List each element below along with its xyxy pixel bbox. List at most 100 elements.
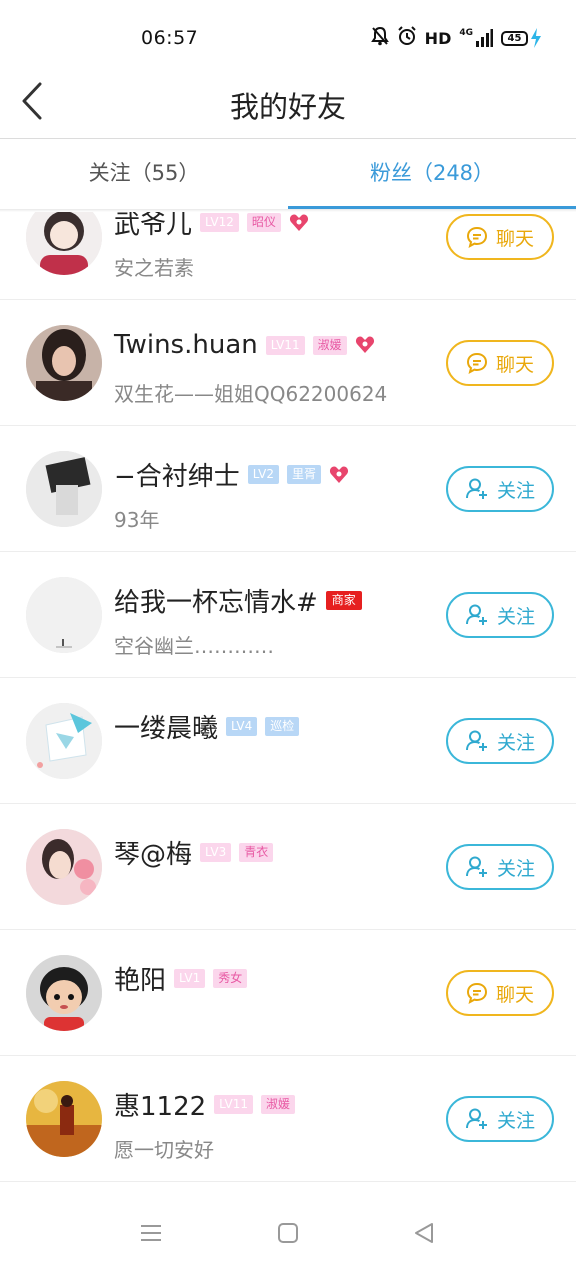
follow-button[interactable]: 关注 bbox=[446, 466, 554, 512]
home-button[interactable] bbox=[268, 1216, 308, 1250]
chat-button[interactable]: 聊天 bbox=[446, 214, 554, 260]
system-back-button[interactable] bbox=[404, 1216, 444, 1250]
name-line: 武爷儿 LV12 昭仪 bbox=[114, 210, 309, 241]
add-user-icon bbox=[465, 478, 487, 499]
avatar[interactable] bbox=[26, 577, 102, 653]
level-badge: LV12 bbox=[200, 213, 239, 232]
tabs-shadow bbox=[0, 209, 576, 212]
chat-button[interactable]: 聊天 bbox=[446, 340, 554, 386]
friend-name[interactable]: 琴@梅 bbox=[114, 834, 192, 871]
chat-button[interactable]: 聊天 bbox=[446, 970, 554, 1016]
follow-button-label: 关注 bbox=[496, 731, 535, 754]
name-line: 一缕晨曦 LV4 巡检 bbox=[114, 708, 300, 745]
level-badge: LV11 bbox=[214, 1095, 254, 1114]
friend-name[interactable]: 武爷儿 bbox=[114, 210, 192, 241]
level-badge: LV2 bbox=[247, 465, 280, 484]
home-square-icon bbox=[278, 1223, 298, 1243]
status-bar: 06:57 HD 4G 45 bbox=[0, 0, 576, 74]
add-user-icon bbox=[465, 1108, 487, 1129]
name-line: 给我一杯忘情水# 商家 bbox=[114, 582, 362, 619]
add-user-icon bbox=[465, 856, 487, 877]
list-item[interactable]: 武爷儿 LV12 昭仪 安之若素 聊天 bbox=[0, 210, 576, 300]
title-badge: 昭仪 bbox=[246, 213, 281, 232]
name-line: −合衬绅士 LV2 里胥 bbox=[114, 456, 349, 493]
list-item[interactable]: 给我一杯忘情水# 商家 空谷幽兰………… 关注 bbox=[0, 552, 576, 678]
menu-button[interactable] bbox=[131, 1216, 171, 1250]
network-label: HD bbox=[424, 28, 452, 48]
friend-name[interactable]: 惠1122 bbox=[114, 1086, 206, 1123]
follow-button[interactable]: 关注 bbox=[446, 592, 554, 638]
heart-icon bbox=[289, 214, 308, 231]
list-item[interactable]: 艳阳 LV1 秀女 聊天 bbox=[0, 930, 576, 1056]
friend-name[interactable]: 给我一杯忘情水# bbox=[114, 582, 318, 619]
battery-level: 45 bbox=[501, 30, 528, 46]
list-item[interactable]: 惠1122 LV11 淑媛 愿一切安好 关注 bbox=[0, 1056, 576, 1182]
friend-name[interactable]: 艳阳 bbox=[114, 960, 166, 997]
avatar[interactable] bbox=[26, 955, 102, 1031]
friend-subtitle: 安之若素 bbox=[114, 256, 194, 280]
title-badge: 里胥 bbox=[287, 465, 322, 484]
back-triangle-icon bbox=[415, 1223, 433, 1243]
title-badge: 秀女 bbox=[213, 969, 248, 988]
system-nav-bar bbox=[0, 1186, 576, 1280]
avatar[interactable] bbox=[26, 829, 102, 905]
tab-bar: 关注（55） 粉丝（248） bbox=[0, 139, 576, 209]
chat-icon bbox=[466, 982, 487, 1004]
tab-fans-label: 粉丝（248） bbox=[369, 161, 495, 185]
follow-button-label: 关注 bbox=[496, 479, 535, 502]
avatar[interactable] bbox=[26, 1081, 102, 1157]
tab-following-label: 关注（55） bbox=[88, 161, 200, 185]
avatar[interactable] bbox=[26, 325, 102, 401]
avatar[interactable] bbox=[26, 210, 102, 275]
friend-name[interactable]: Twins.huan bbox=[114, 330, 258, 360]
level-badge: LV11 bbox=[265, 335, 305, 355]
follow-button-label: 关注 bbox=[496, 857, 535, 880]
level-badge: LV3 bbox=[200, 843, 232, 862]
name-line: 惠1122 LV11 淑媛 bbox=[114, 1086, 296, 1123]
chat-button-label: 聊天 bbox=[495, 353, 534, 376]
name-line: 艳阳 LV1 秀女 bbox=[114, 960, 248, 997]
follow-button[interactable]: 关注 bbox=[446, 844, 554, 890]
level-badge: LV1 bbox=[174, 969, 206, 988]
title-badge: 巡检 bbox=[265, 717, 300, 736]
friend-name[interactable]: −合衬绅士 bbox=[114, 456, 240, 493]
friend-name[interactable]: 一缕晨曦 bbox=[114, 708, 218, 745]
list-item[interactable]: −合衬绅士 LV2 里胥 93年 关注 bbox=[0, 426, 576, 552]
signal-icon: 4G bbox=[459, 29, 493, 47]
chat-icon bbox=[466, 226, 487, 248]
heart-icon bbox=[355, 336, 374, 353]
menu-icon bbox=[141, 1225, 161, 1241]
add-user-icon bbox=[465, 730, 487, 751]
tab-following[interactable]: 关注（55） bbox=[0, 139, 288, 209]
tab-fans[interactable]: 粉丝（248） bbox=[288, 139, 576, 209]
add-user-icon bbox=[465, 604, 487, 625]
avatar[interactable] bbox=[26, 451, 102, 527]
header: 我的好友 bbox=[0, 74, 576, 138]
status-icons: HD 4G 45 bbox=[370, 26, 542, 50]
friend-subtitle: 双生花——姐姐QQ62200624 bbox=[114, 382, 388, 406]
list-item[interactable]: 一缕晨曦 LV4 巡检 关注 bbox=[0, 678, 576, 804]
list-item[interactable]: 琴@梅 LV3 青衣 关注 bbox=[0, 804, 576, 930]
follow-button[interactable]: 关注 bbox=[446, 718, 554, 764]
bell-off-icon bbox=[370, 26, 389, 50]
chat-button-label: 聊天 bbox=[495, 983, 534, 1006]
alarm-icon bbox=[397, 26, 417, 50]
level-badge: LV4 bbox=[226, 717, 258, 736]
friend-subtitle: 93年 bbox=[114, 508, 160, 532]
avatar[interactable] bbox=[26, 703, 102, 779]
friend-subtitle: 愿一切安好 bbox=[114, 1138, 214, 1162]
title-badge: 淑媛 bbox=[261, 1095, 296, 1114]
friend-list[interactable]: 武爷儿 LV12 昭仪 安之若素 聊天 Twins.huan LV11 淑媛 双… bbox=[0, 210, 576, 1186]
follow-button[interactable]: 关注 bbox=[446, 1096, 554, 1142]
battery-icon: 45 bbox=[501, 28, 542, 48]
page-title: 我的好友 bbox=[229, 90, 346, 124]
merchant-badge: 商家 bbox=[325, 591, 362, 610]
follow-button-label: 关注 bbox=[496, 1109, 535, 1132]
title-badge: 淑媛 bbox=[312, 335, 347, 355]
signal-type: 4G bbox=[459, 28, 473, 38]
name-line: 琴@梅 LV3 青衣 bbox=[114, 834, 274, 871]
status-time: 06:57 bbox=[141, 27, 199, 49]
list-item[interactable]: Twins.huan LV11 淑媛 双生花——姐姐QQ62200624 聊天 bbox=[0, 300, 576, 426]
chat-button-label: 聊天 bbox=[495, 227, 534, 250]
follow-button-label: 关注 bbox=[496, 605, 535, 628]
